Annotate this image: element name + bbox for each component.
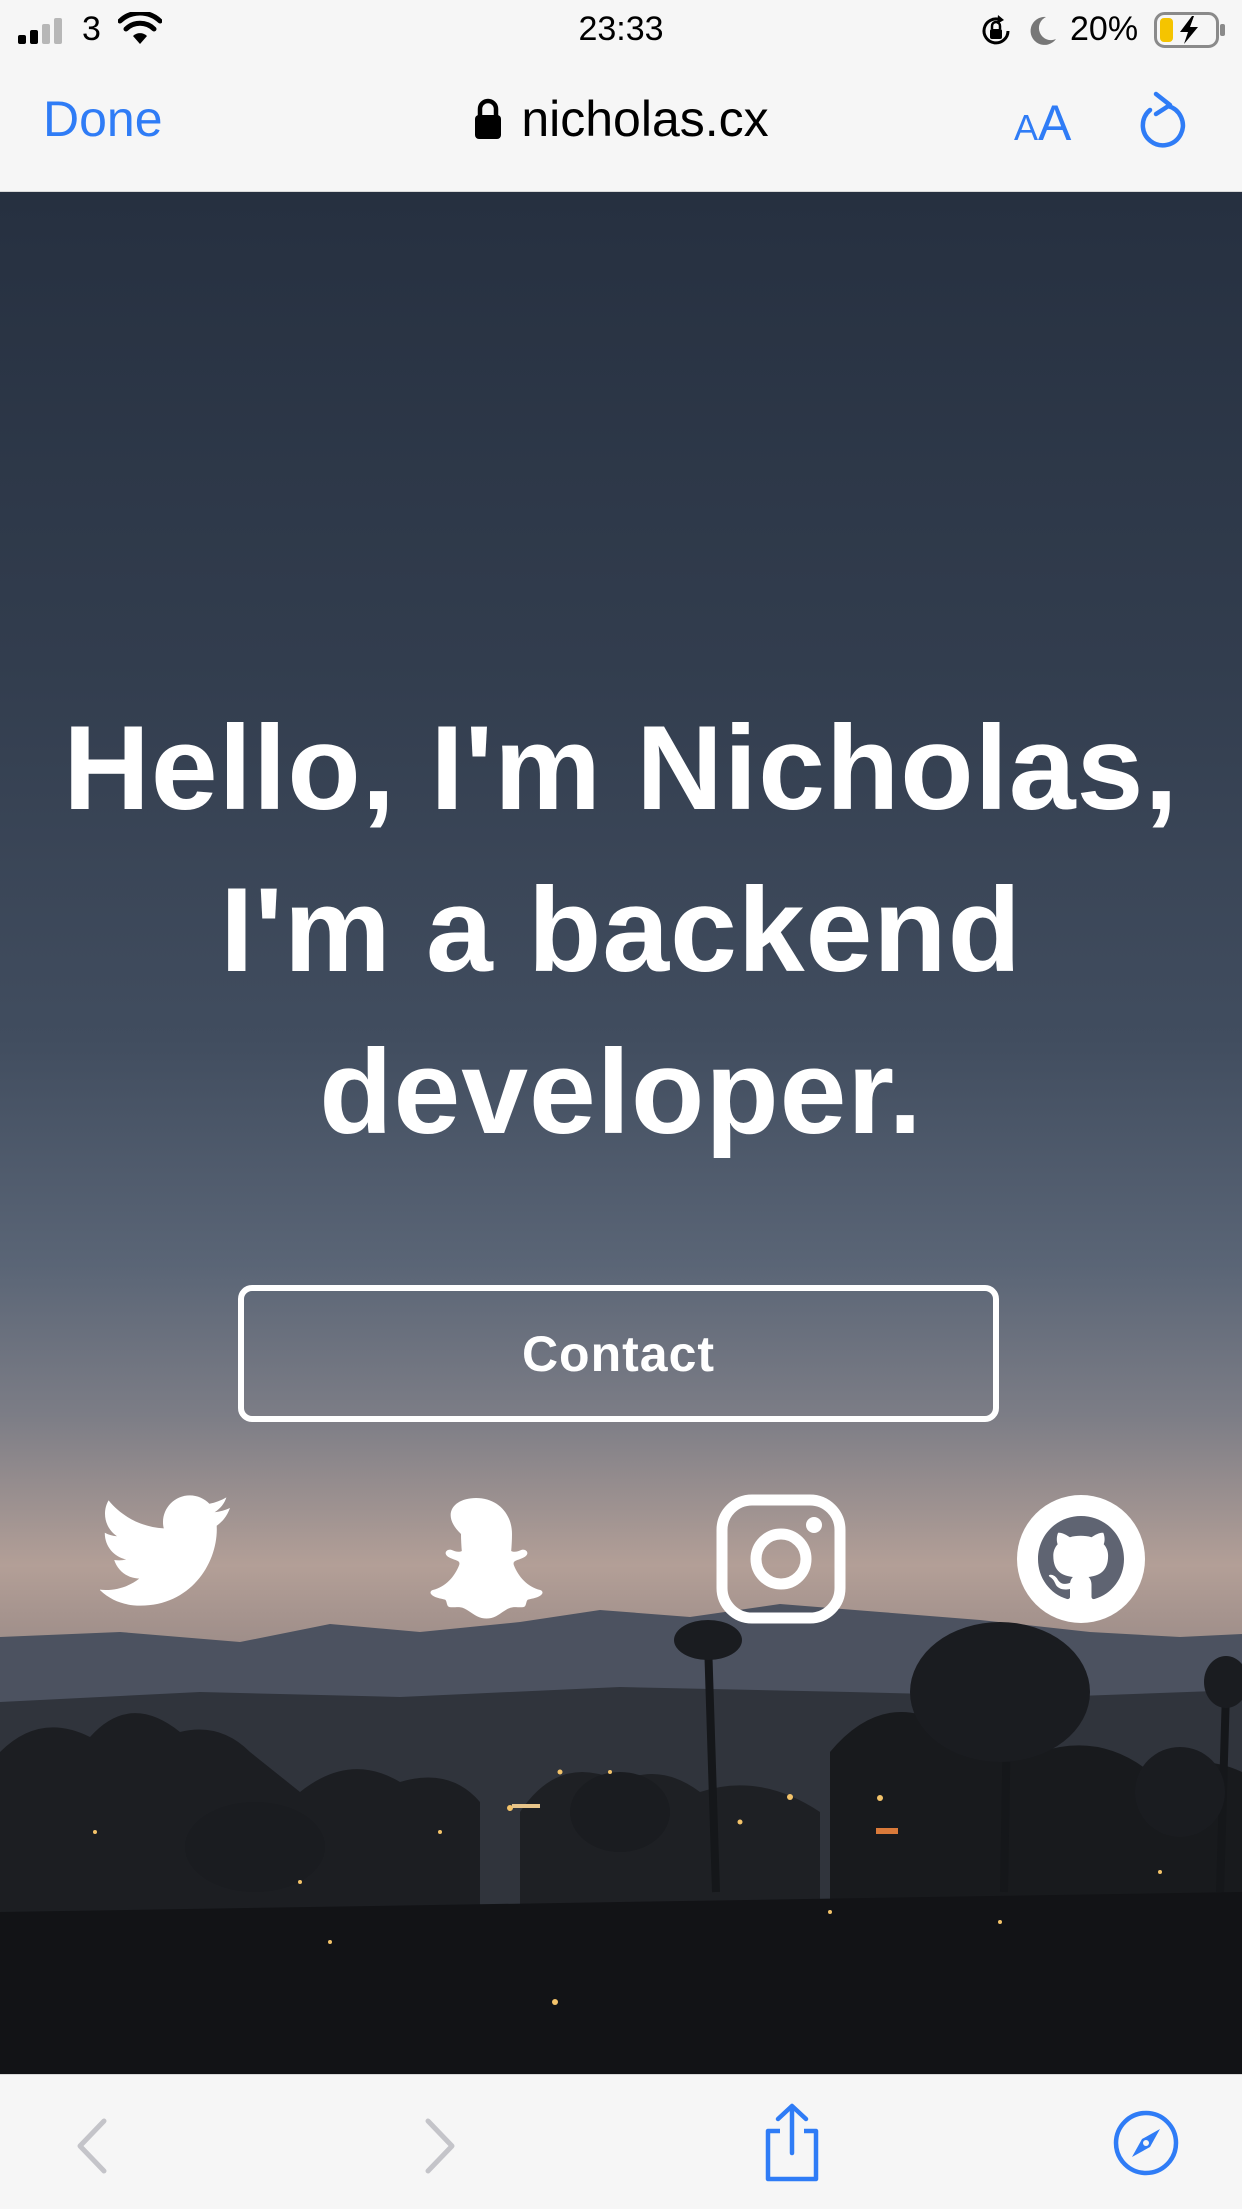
snapchat-icon[interactable] <box>406 1494 546 1624</box>
text-size-button[interactable]: AA <box>1014 94 1071 152</box>
text-size-large-label: A <box>1038 95 1072 151</box>
github-icon[interactable] <box>1016 1494 1146 1624</box>
lock-icon <box>475 98 502 139</box>
rotation-lock-icon <box>982 15 1010 45</box>
browser-nav-bar: Done nicholas.cx AA <box>0 60 1242 192</box>
reload-icon[interactable] <box>1134 90 1190 152</box>
status-bar: 3 23:33 20% <box>0 0 1242 60</box>
share-icon[interactable] <box>760 2103 824 2183</box>
hero-headline: Hello, I'm Nicholas, I'm a backend devel… <box>63 701 1179 1159</box>
back-icon[interactable] <box>72 2115 112 2177</box>
hero-section: Hello, I'm Nicholas, I'm a backend devel… <box>0 192 1242 2074</box>
contact-button[interactable]: Contact <box>238 1285 999 1422</box>
moon-icon <box>1030 16 1056 45</box>
battery-percent: 20% <box>1070 10 1139 48</box>
browser-toolbar <box>0 2074 1242 2209</box>
text-size-small-label: A <box>1014 107 1039 148</box>
instagram-icon[interactable] <box>716 1494 846 1624</box>
url-text: nicholas.cx <box>521 91 769 147</box>
compass-icon[interactable] <box>1112 2109 1180 2177</box>
twitter-icon[interactable] <box>100 1494 232 1606</box>
battery-charging-icon <box>1154 12 1225 48</box>
forward-icon[interactable] <box>420 2115 460 2177</box>
